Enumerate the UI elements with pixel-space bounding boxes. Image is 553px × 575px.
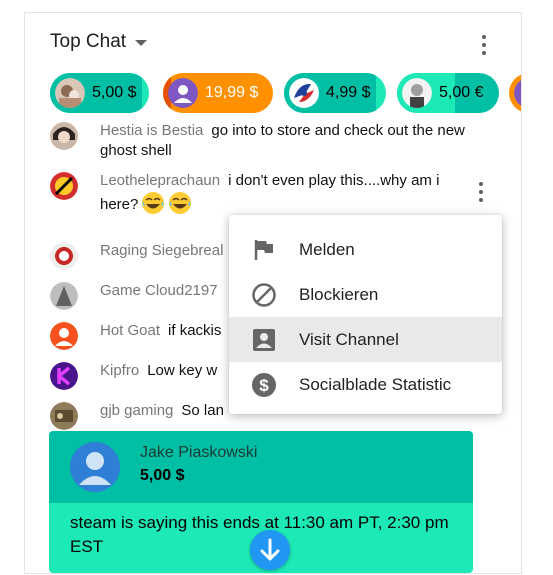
more-vert-icon[interactable]	[472, 33, 496, 57]
message-author[interactable]: Leotheleprachaun	[100, 172, 220, 189]
super-chat-ticker-bar: 5,00 $ 19,99 $ 4,99 $ 5,00 €	[49, 73, 521, 113]
message-context-menu: Melden Blockieren Visit Channel $ Social…	[229, 215, 502, 414]
message-text: Low key w	[147, 362, 218, 379]
avatar	[168, 78, 198, 108]
message-text: So lan	[181, 402, 224, 419]
ticker-item[interactable]: 5,00 $	[50, 73, 149, 113]
account-box-icon	[253, 329, 275, 351]
menu-item-visit-channel[interactable]: Visit Channel	[229, 317, 502, 362]
block-icon	[252, 283, 276, 307]
menu-item-report[interactable]: Melden	[229, 227, 502, 272]
avatar	[50, 122, 78, 150]
paid-message-author[interactable]: Jake Piaskowski	[140, 444, 257, 462]
chat-mode-dropdown[interactable]: Top Chat	[50, 31, 148, 53]
menu-item-label: Blockieren	[299, 284, 379, 304]
avatar	[50, 282, 78, 310]
chat-header: Top Chat	[25, 13, 521, 73]
chat-mode-label: Top Chat	[50, 31, 127, 52]
message-author[interactable]: Hestia is Bestia	[100, 122, 203, 139]
ticker-amount: 5,00 €	[439, 84, 484, 101]
ticker-amount: 4,99 $	[326, 84, 371, 101]
ticker-item[interactable]: 5,00 €	[397, 73, 499, 113]
laughing-emoji-icon	[142, 192, 165, 214]
message-author[interactable]: Game Cloud2197	[100, 282, 218, 299]
ticker-amount: 19,99 $	[205, 84, 259, 101]
dollar-icon: $	[252, 373, 276, 397]
ticker-amount: 5,00 $	[92, 84, 137, 101]
arrow-down-icon	[260, 538, 280, 561]
menu-item-label: Socialblade Statistic	[299, 374, 452, 394]
menu-item-label: Melden	[299, 239, 355, 259]
message-author[interactable]: Raging Siegebreal	[100, 242, 223, 259]
message-author[interactable]: Kipfro	[100, 362, 139, 379]
laughing-emoji-icon	[169, 192, 192, 214]
avatar	[50, 172, 78, 200]
avatar	[402, 78, 432, 108]
avatar	[50, 242, 78, 270]
menu-item-block[interactable]: Blockieren	[229, 272, 502, 317]
ticker-item[interactable]	[509, 73, 521, 113]
ticker-item[interactable]: 19,99 $	[163, 73, 273, 113]
message-menu-icon[interactable]	[471, 180, 491, 204]
avatar	[289, 78, 319, 108]
paid-message-header: Jake Piaskowski 5,00 $	[49, 431, 473, 503]
message-author[interactable]: gjb gaming	[100, 402, 173, 419]
avatar	[50, 362, 78, 390]
message-text: if kackis	[168, 322, 222, 339]
ticker-item[interactable]: 4,99 $	[284, 73, 386, 113]
message-author[interactable]: Hot Goat	[100, 322, 160, 339]
menu-item-label: Visit Channel	[299, 329, 399, 349]
avatar	[55, 78, 85, 108]
avatar	[70, 442, 120, 492]
menu-item-socialblade[interactable]: $ Socialblade Statistic	[229, 362, 502, 407]
avatar	[50, 322, 78, 350]
flag-icon	[254, 240, 273, 260]
avatar	[514, 80, 521, 106]
avatar	[50, 402, 78, 430]
paid-message-amount: 5,00 $	[140, 467, 185, 484]
chevron-down-icon	[135, 40, 148, 46]
svg-text:$: $	[259, 376, 269, 395]
scroll-down-button[interactable]	[250, 530, 290, 570]
